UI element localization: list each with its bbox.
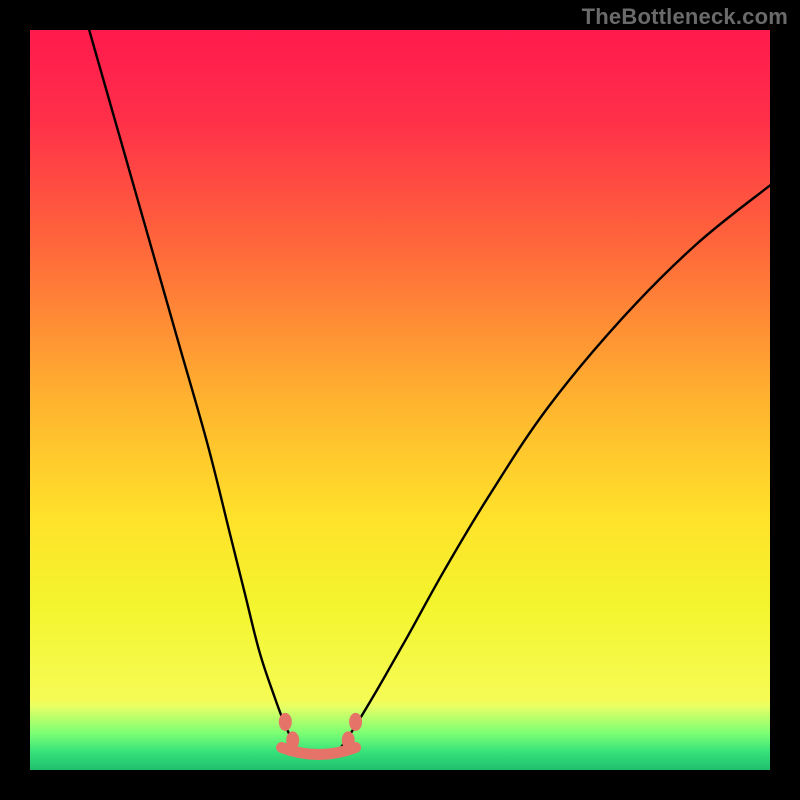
chart-frame: TheBottleneck.com bbox=[0, 0, 800, 800]
valley-marker-2 bbox=[342, 731, 355, 749]
watermark-label: TheBottleneck.com bbox=[582, 4, 788, 30]
chart-svg bbox=[30, 30, 770, 770]
valley-marker-1 bbox=[286, 731, 299, 749]
plot-area bbox=[30, 30, 770, 770]
gradient-background bbox=[30, 30, 770, 770]
valley-marker-0 bbox=[279, 713, 292, 731]
valley-marker-3 bbox=[349, 713, 362, 731]
